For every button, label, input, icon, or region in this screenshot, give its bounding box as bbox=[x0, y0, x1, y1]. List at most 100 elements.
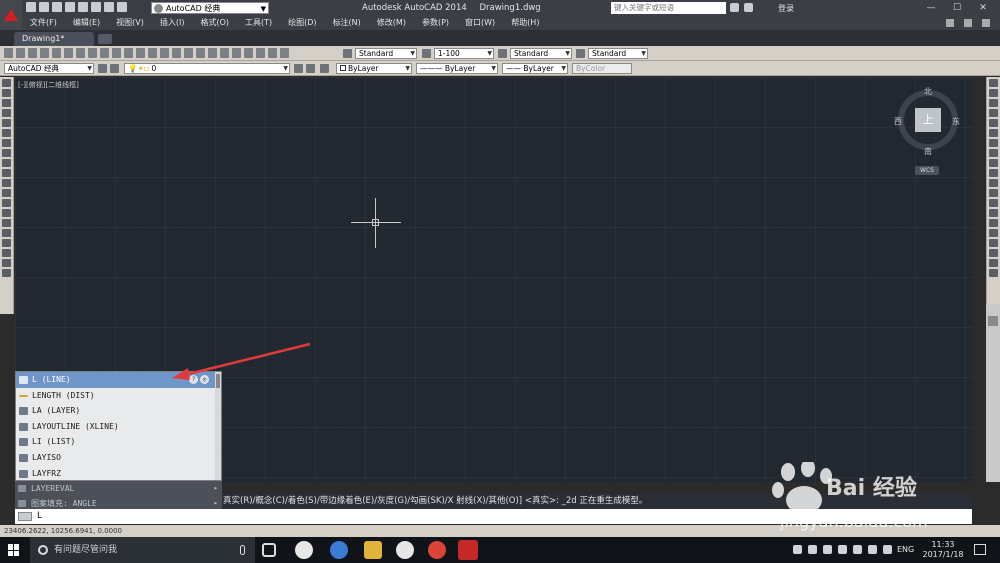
array-icon[interactable] bbox=[989, 119, 998, 127]
spline-icon[interactable] bbox=[2, 159, 11, 167]
autocad-taskbar-icon[interactable] bbox=[458, 540, 478, 560]
menu-file[interactable]: 文件(F) bbox=[22, 16, 65, 30]
match-properties-icon[interactable] bbox=[112, 48, 121, 58]
menu-format[interactable]: 格式(O) bbox=[192, 16, 237, 30]
preview-icon[interactable] bbox=[52, 48, 61, 58]
redo-icon[interactable] bbox=[148, 48, 157, 58]
publish-icon[interactable] bbox=[64, 48, 73, 58]
menu-parametric[interactable]: 参数(P) bbox=[414, 16, 457, 30]
doc-restore-icon[interactable] bbox=[964, 19, 972, 27]
maximize-icon[interactable]: ☐ bbox=[944, 0, 970, 16]
application-menu-button[interactable] bbox=[0, 0, 22, 30]
pan-icon[interactable] bbox=[160, 48, 169, 58]
autocomplete-item-layoutline[interactable]: LAYOUTLINE (XLINE) bbox=[16, 419, 221, 435]
autocomplete-scrollbar[interactable] bbox=[215, 372, 221, 480]
autocomplete-scrollbar-thumb[interactable] bbox=[216, 374, 220, 388]
vertical-scrollbar[interactable] bbox=[986, 304, 1000, 482]
break-icon[interactable] bbox=[989, 199, 998, 207]
notification-icon[interactable] bbox=[974, 544, 986, 555]
polygon-icon[interactable] bbox=[2, 109, 11, 117]
menu-tools[interactable]: 工具(T) bbox=[237, 16, 280, 30]
mirror-icon[interactable] bbox=[989, 99, 998, 107]
layer-previous-icon[interactable] bbox=[306, 64, 315, 73]
design-center-icon[interactable] bbox=[220, 48, 229, 58]
hatch-icon[interactable] bbox=[2, 219, 11, 227]
task-view-icon[interactable] bbox=[262, 543, 276, 557]
table-style-select[interactable]: Standard ▼ bbox=[588, 48, 648, 59]
search-input[interactable]: 键入关键字或短语 bbox=[611, 2, 726, 14]
layer-select[interactable]: 💡☀▫ 0 ▼ bbox=[124, 63, 290, 74]
wcs-menu[interactable]: WCS bbox=[915, 166, 939, 175]
lineweight-select[interactable]: —— ByLayer ▼ bbox=[502, 63, 568, 74]
color-select[interactable]: ByLayer ▼ bbox=[336, 63, 412, 74]
save-icon[interactable] bbox=[28, 48, 37, 58]
layer-manager-icon[interactable] bbox=[110, 64, 119, 73]
ellipse-icon[interactable] bbox=[2, 169, 11, 177]
arc-icon[interactable] bbox=[2, 129, 11, 137]
trim-icon[interactable] bbox=[989, 169, 998, 177]
help-icon[interactable]: ? bbox=[189, 375, 198, 384]
copy-icon[interactable] bbox=[88, 48, 97, 58]
join-icon[interactable] bbox=[989, 209, 998, 217]
explode-icon[interactable] bbox=[989, 249, 998, 257]
fillet-icon[interactable] bbox=[989, 229, 998, 237]
rotate-icon[interactable] bbox=[989, 139, 998, 147]
point-icon[interactable] bbox=[2, 209, 11, 217]
login-button[interactable]: 登录 bbox=[778, 3, 794, 14]
zoom-realtime-icon[interactable] bbox=[172, 48, 181, 58]
doc-close-icon[interactable] bbox=[982, 19, 990, 27]
insert-block-icon[interactable] bbox=[2, 189, 11, 197]
network-icon[interactable] bbox=[793, 545, 802, 554]
tray-chevron-icon[interactable] bbox=[823, 545, 832, 554]
rectangle-icon[interactable] bbox=[2, 119, 11, 127]
block-editor-icon[interactable] bbox=[124, 48, 133, 58]
windows-start-icon[interactable] bbox=[8, 544, 20, 556]
polyline-icon[interactable] bbox=[2, 99, 11, 107]
cut-icon[interactable] bbox=[76, 48, 85, 58]
p-app-icon[interactable] bbox=[396, 541, 414, 559]
tray-keyboard-icon[interactable] bbox=[883, 545, 892, 554]
markup-icon[interactable] bbox=[256, 48, 265, 58]
menu-view[interactable]: 视图(V) bbox=[108, 16, 152, 30]
fan-app-icon[interactable] bbox=[295, 541, 313, 559]
microphone-icon[interactable] bbox=[240, 545, 245, 555]
dimension-icon[interactable] bbox=[989, 259, 998, 267]
close-icon[interactable]: ✕ bbox=[970, 0, 996, 16]
chamfer-icon[interactable] bbox=[989, 219, 998, 227]
autocomplete-item-length[interactable]: LENGTH (DIST) bbox=[16, 388, 221, 404]
workspace-toolbar-select[interactable]: AutoCAD 经典 ▼ bbox=[4, 63, 94, 74]
menu-edit[interactable]: 编辑(E) bbox=[65, 16, 108, 30]
make-current-layer-icon[interactable] bbox=[294, 64, 303, 73]
user-icon[interactable] bbox=[744, 3, 753, 12]
scale-icon[interactable] bbox=[989, 149, 998, 157]
open-icon[interactable] bbox=[16, 48, 25, 58]
language-indicator[interactable]: ENG bbox=[897, 537, 914, 563]
binoculars-icon[interactable] bbox=[730, 3, 739, 12]
file-explorer-icon[interactable] bbox=[364, 541, 382, 559]
zoom-previous-icon[interactable] bbox=[196, 48, 205, 58]
menu-dimension[interactable]: 标注(N) bbox=[325, 16, 369, 30]
workspace-select[interactable]: AutoCAD 经典 ▼ bbox=[151, 2, 269, 14]
add-selected-icon[interactable] bbox=[2, 269, 11, 277]
volume-icon[interactable] bbox=[868, 545, 877, 554]
menu-help[interactable]: 帮助(H) bbox=[503, 16, 547, 30]
browser-app-icon[interactable] bbox=[330, 541, 348, 559]
tray-app-icon[interactable] bbox=[808, 545, 817, 554]
viewport-controls-label[interactable]: [-][俯视][二维线框] bbox=[18, 80, 79, 90]
chrome-icon[interactable] bbox=[428, 541, 446, 559]
print-icon[interactable] bbox=[78, 2, 88, 12]
layer-icon[interactable] bbox=[989, 269, 998, 277]
paste-icon[interactable] bbox=[100, 48, 109, 58]
line-icon[interactable] bbox=[2, 79, 11, 87]
erase-icon[interactable] bbox=[989, 79, 998, 87]
blend-curves-icon[interactable] bbox=[989, 239, 998, 247]
undo-icon[interactable] bbox=[136, 48, 145, 58]
make-block-icon[interactable] bbox=[2, 199, 11, 207]
construction-line-icon[interactable] bbox=[2, 89, 11, 97]
autocomplete-item-list[interactable]: LI (LIST) bbox=[16, 434, 221, 450]
extend-icon[interactable] bbox=[989, 179, 998, 187]
menu-insert[interactable]: 插入(I) bbox=[152, 16, 193, 30]
web-search-icon[interactable]: ◎ bbox=[200, 375, 209, 384]
cortana-search-input[interactable]: 有问题尽管问我 bbox=[30, 537, 255, 563]
autocomplete-item-layfrz[interactable]: LAYFRZ bbox=[16, 466, 221, 482]
